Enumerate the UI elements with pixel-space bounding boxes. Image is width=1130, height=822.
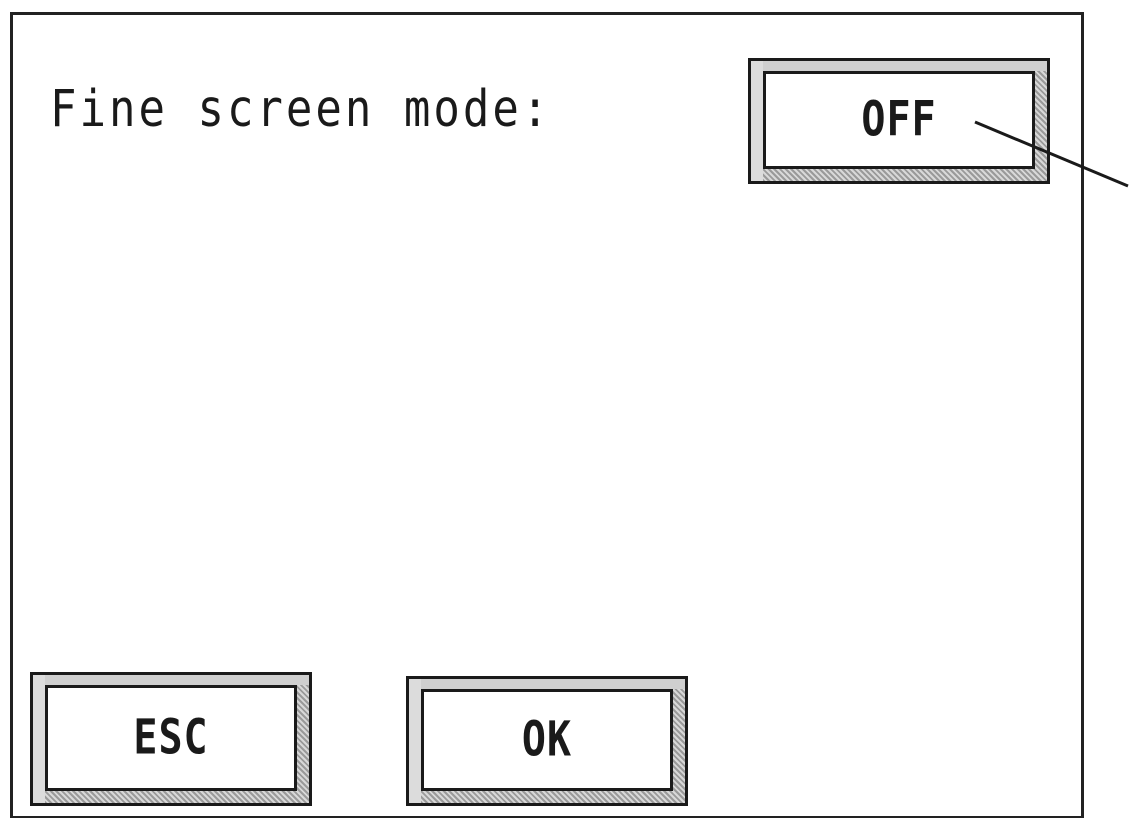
- leader-line: [974, 120, 1129, 188]
- callout-leader-line: [974, 120, 1129, 188]
